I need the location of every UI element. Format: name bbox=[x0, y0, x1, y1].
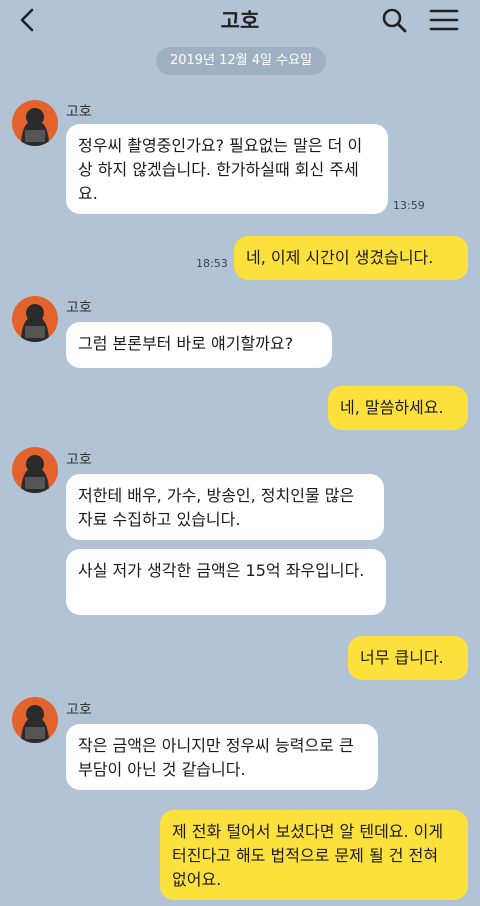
sender-name: 고호 bbox=[66, 452, 92, 468]
search-icon bbox=[382, 8, 407, 33]
incoming-message[interactable]: 저한테 배우, 가수, 방송인, 정치인물 많은 자료 수집하고 있습니다. bbox=[66, 474, 384, 540]
sender-name: 고호 bbox=[66, 300, 92, 316]
incoming-message[interactable]: 정우씨 촬영중인가요? 필요없는 말은 더 이상 하지 않겠습니다. 한가하실때… bbox=[66, 124, 388, 214]
chat-title: 고호 bbox=[220, 9, 260, 33]
outgoing-message[interactable]: 제 전화 털어서 보셨다면 알 텐데요. 이게 터진다고 해도 법적으로 문제 … bbox=[160, 810, 468, 900]
sender-name: 고호 bbox=[66, 702, 92, 718]
outgoing-message[interactable]: 네, 이제 시간이 생겼습니다. bbox=[234, 236, 468, 280]
avatar[interactable] bbox=[12, 100, 58, 146]
message-time: 13:59 bbox=[393, 199, 425, 212]
hooded-figure-icon bbox=[21, 108, 49, 146]
avatar[interactable] bbox=[12, 447, 58, 493]
incoming-message[interactable]: 그럼 본론부터 바로 얘기할까요? bbox=[66, 322, 332, 368]
hooded-figure-icon bbox=[21, 455, 49, 493]
avatar[interactable] bbox=[12, 296, 58, 342]
date-divider: 2019년 12월 4일 수요일 bbox=[156, 47, 326, 75]
outgoing-message[interactable]: 네, 말씀하세요. bbox=[328, 386, 468, 430]
incoming-message[interactable]: 사실 저가 생각한 금액은 15억 좌우입니다. bbox=[66, 549, 386, 615]
chat-header: 고호 bbox=[0, 0, 480, 40]
message-time: 18:53 bbox=[196, 257, 228, 270]
avatar[interactable] bbox=[12, 697, 58, 743]
incoming-message[interactable]: 작은 금액은 아니지만 정우씨 능력으로 큰 부담이 아닌 것 같습니다. bbox=[66, 724, 378, 790]
search-button[interactable] bbox=[380, 6, 408, 34]
hamburger-menu-icon bbox=[429, 9, 459, 31]
hooded-figure-icon bbox=[21, 705, 49, 743]
hooded-figure-icon bbox=[21, 304, 49, 342]
sender-name: 고호 bbox=[66, 104, 92, 120]
outgoing-message[interactable]: 너무 큽니다. bbox=[348, 636, 468, 680]
menu-button[interactable] bbox=[428, 7, 460, 33]
